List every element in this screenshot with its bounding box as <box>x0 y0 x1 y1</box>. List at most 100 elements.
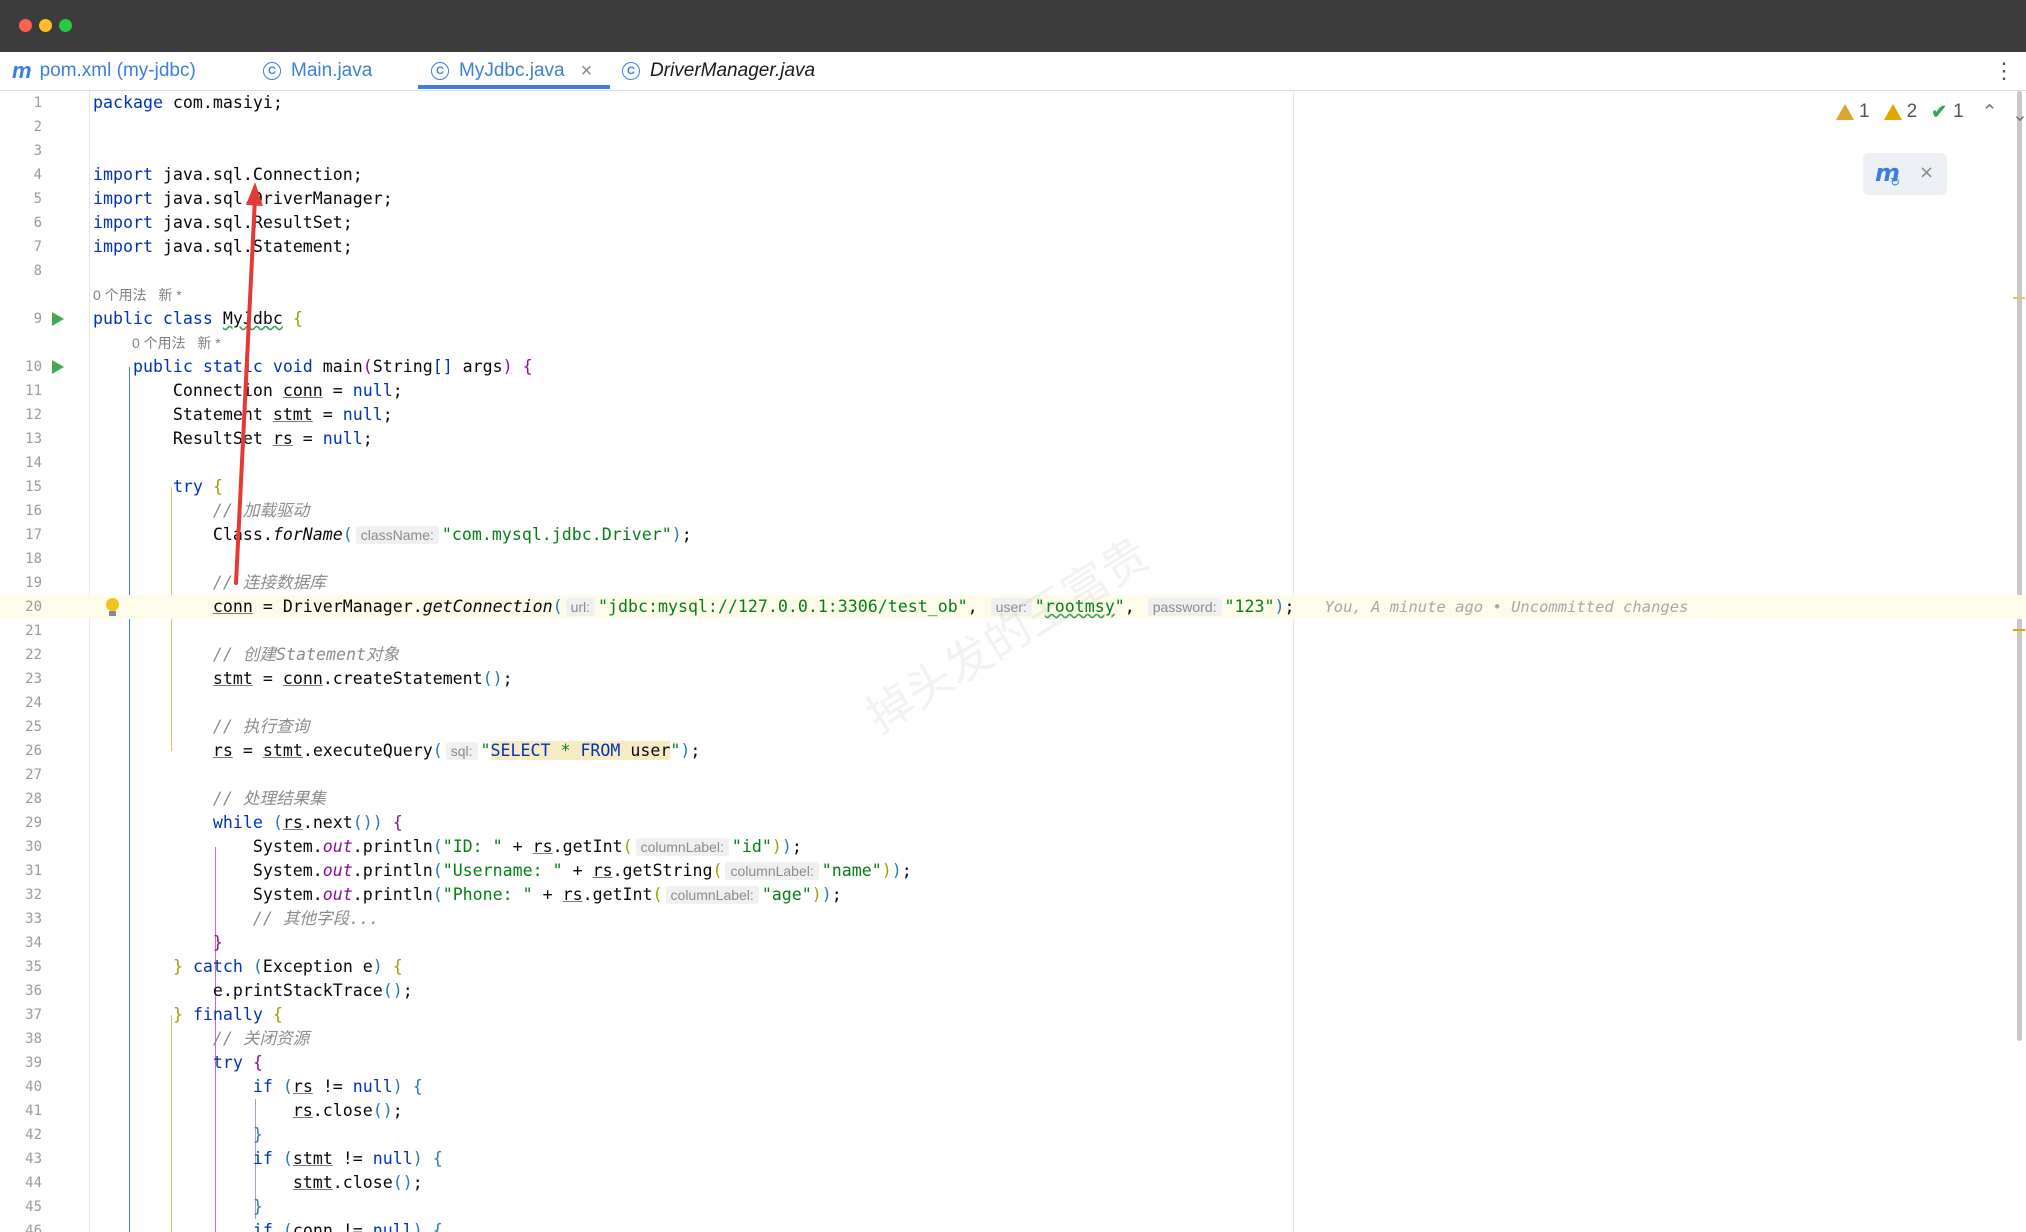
code-line[interactable]: 24 <box>0 691 2026 715</box>
line-number: 12 <box>25 407 42 423</box>
code-text: System.out.println("Username: " + rs.get… <box>93 861 912 880</box>
line-number: 15 <box>25 479 42 495</box>
code-line[interactable]: 33 // 其他字段... <box>0 907 2026 931</box>
close-window-button[interactable] <box>19 19 32 32</box>
inspection-widget[interactable]: 1 2 ✔ 1 ⌃ ⌃ <box>1836 101 2026 123</box>
code-line[interactable]: 11 Connection conn = null; <box>0 379 2026 403</box>
code-line[interactable]: 13 ResultSet rs = null; <box>0 427 2026 451</box>
code-text: package com.masiyi; <box>93 93 283 112</box>
code-line[interactable]: 31 System.out.println("Username: " + rs.… <box>0 859 2026 883</box>
code-text: } finally { <box>172 1005 283 1024</box>
code-text: import java.sql.ResultSet; <box>93 213 353 232</box>
line-number: 13 <box>25 431 42 447</box>
line-number: 38 <box>25 1031 42 1047</box>
line-number: 44 <box>25 1175 42 1191</box>
line-number: 32 <box>25 887 42 903</box>
next-highlight-icon[interactable]: ⌃ <box>2012 101 2026 124</box>
tab-pom-xml[interactable]: m pom.xml (my-jdbc) <box>12 52 196 90</box>
code-line[interactable]: 1 package com.masiyi; <box>0 91 2026 115</box>
code-text: // 执行查询 <box>212 717 310 736</box>
line-number: 36 <box>25 983 42 999</box>
code-line[interactable]: 43 if (stmt != null) { <box>0 1147 2026 1171</box>
code-line[interactable]: 14 <box>0 451 2026 475</box>
code-line[interactable]: 10 public static void main(String[] args… <box>0 355 2026 379</box>
code-text: Connection conn = null; <box>93 381 403 400</box>
line-number: 21 <box>25 623 42 639</box>
code-line[interactable]: 6 import java.sql.ResultSet; <box>0 211 2026 235</box>
active-tab-indicator <box>418 85 610 89</box>
line-number: 25 <box>25 719 42 735</box>
code-text: Statement stmt = null; <box>93 405 393 424</box>
code-text: } <box>252 1197 263 1216</box>
code-line[interactable]: 46 if (conn != null) { <box>0 1219 2026 1232</box>
code-line[interactable]: 2 <box>0 115 2026 139</box>
usages-hint[interactable]: 0 个用法 新 * <box>132 331 221 355</box>
line-number: 34 <box>25 935 42 951</box>
code-line[interactable]: 34 } <box>0 931 2026 955</box>
line-number: 46 <box>25 1223 42 1232</box>
line-number: 5 <box>33 191 42 207</box>
code-line[interactable]: 42 } <box>0 1123 2026 1147</box>
title-bar <box>0 0 2026 52</box>
code-line[interactable]: 45 } <box>0 1195 2026 1219</box>
code-line[interactable]: 4 import java.sql.Connection; <box>0 163 2026 187</box>
tab-main-java[interactable]: C Main.java <box>263 52 372 90</box>
git-blame-hint[interactable]: You, A minute ago • Uncommitted changes <box>1324 598 1688 616</box>
code-line[interactable]: 3 <box>0 139 2026 163</box>
code-line[interactable]: 30 System.out.println("ID: " + rs.getInt… <box>0 835 2026 859</box>
line-number: 10 <box>25 359 42 375</box>
code-text: public class MyJdbc { <box>93 309 303 328</box>
code-line[interactable]: 41 rs.close(); <box>0 1099 2026 1123</box>
code-line[interactable]: 5 import java.sql.DriverManager; <box>0 187 2026 211</box>
run-icon[interactable] <box>52 312 64 326</box>
line-number: 9 <box>33 311 42 327</box>
line-number: 26 <box>25 743 42 759</box>
line-number: 41 <box>25 1103 42 1119</box>
code-line[interactable]: 40 if (rs != null) { <box>0 1075 2026 1099</box>
line-number: 14 <box>25 455 42 471</box>
minimize-window-button[interactable] <box>39 19 52 32</box>
code-line[interactable]: 15 try { <box>0 475 2026 499</box>
code-line[interactable]: 35 } catch (Exception e) { <box>0 955 2026 979</box>
line-number: 6 <box>33 215 42 231</box>
code-line[interactable]: 8 <box>0 259 2026 283</box>
tab-label: MyJdbc.java <box>459 60 565 81</box>
code-line[interactable]: 27 <box>0 763 2026 787</box>
usages-hint[interactable]: 0 个用法 新 * <box>93 283 182 307</box>
line-number: 31 <box>25 863 42 879</box>
code-line[interactable]: 25 // 执行查询 <box>0 715 2026 739</box>
code-line[interactable]: 16 // 加载驱动 <box>0 499 2026 523</box>
tab-drivermanager-java[interactable]: C DriverManager.java <box>622 52 815 90</box>
code-line[interactable]: 29 while (rs.next()) { <box>0 811 2026 835</box>
code-line[interactable]: 39 try { <box>0 1051 2026 1075</box>
code-line[interactable]: 38 // 关闭资源 <box>0 1027 2026 1051</box>
code-text: ResultSet rs = null; <box>93 429 373 448</box>
code-line[interactable]: 37 } finally { <box>0 1003 2026 1027</box>
warning-stripe-marker[interactable] <box>2013 297 2025 299</box>
line-number: 2 <box>33 119 42 135</box>
line-number: 35 <box>25 959 42 975</box>
code-line[interactable]: 7 import java.sql.Statement; <box>0 235 2026 259</box>
code-line[interactable]: 9 public class MyJdbc { <box>0 307 2026 331</box>
close-popup-icon[interactable]: × <box>1919 162 1934 183</box>
line-number: 43 <box>25 1151 42 1167</box>
code-text: if (conn != null) { <box>252 1221 443 1232</box>
tabs-menu-icon[interactable]: ⋮ <box>1993 52 2015 90</box>
reload-arrow-icon: ↻ <box>1890 175 1901 189</box>
class-icon: C <box>431 62 449 80</box>
code-line[interactable]: 44 stmt.close(); <box>0 1171 2026 1195</box>
code-text: public static void main(String[] args) { <box>132 357 533 376</box>
code-line[interactable]: 26 rs = stmt.executeQuery(sql: "SELECT * … <box>0 739 2026 763</box>
code-line[interactable]: 23 stmt = conn.createStatement(); <box>0 667 2026 691</box>
code-line[interactable]: 32 System.out.println("Phone: " + rs.get… <box>0 883 2026 907</box>
code-line[interactable]: 18 <box>0 547 2026 571</box>
line-number: 45 <box>25 1199 42 1215</box>
code-line[interactable]: 36 e.printStackTrace(); <box>0 979 2026 1003</box>
code-line[interactable]: 17 Class.forName(className: "com.mysql.jd… <box>0 523 2026 547</box>
code-line[interactable]: 28 // 处理结果集 <box>0 787 2026 811</box>
code-line[interactable]: 12 Statement stmt = null; <box>0 403 2026 427</box>
zoom-window-button[interactable] <box>59 19 72 32</box>
run-icon[interactable] <box>52 360 64 374</box>
close-tab-icon[interactable]: × <box>581 60 593 83</box>
previous-highlight-icon[interactable]: ⌃ <box>1982 101 1998 124</box>
